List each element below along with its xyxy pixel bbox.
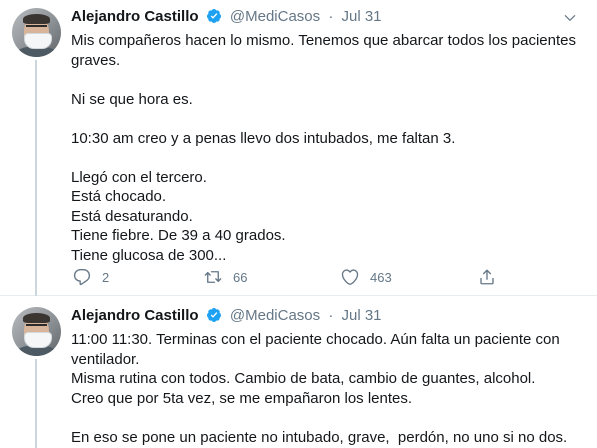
author-handle[interactable]: @MediCasos: [230, 307, 320, 324]
tweet-paragraph: En eso se pone un paciente no intubado, …: [71, 428, 568, 446]
author-handle[interactable]: @MediCasos: [230, 8, 320, 25]
verified-badge-icon: [206, 308, 221, 322]
tweet[interactable]: Alejandro Castillo @MediCasos · Jul 31 1…: [0, 297, 597, 448]
tweet-actions: 2 66 463: [71, 266, 501, 288]
author-name[interactable]: Alejandro Castillo: [71, 307, 199, 324]
retweet-button[interactable]: 66: [204, 266, 247, 288]
reply-icon: [73, 268, 91, 286]
tweet-date[interactable]: Jul 31: [341, 307, 381, 324]
thread-connector-line: [35, 60, 37, 296]
retweet-count: 66: [233, 269, 248, 285]
reply-button[interactable]: 2: [73, 266, 109, 288]
tweet-paragraph: Llegó con el tercero. Está chocado. Está…: [71, 168, 286, 264]
tweet-text: Mis compañeros hacen lo mismo. Tenemos q…: [71, 31, 586, 265]
tweet-paragraph: 10:30 am creo y a penas llevo dos intuba…: [71, 129, 456, 147]
separator-dot: ·: [328, 8, 334, 25]
tweet[interactable]: Alejandro Castillo @MediCasos · Jul 31 M…: [0, 0, 597, 296]
tweet-paragraph: Mis compañeros hacen lo mismo. Tenemos q…: [71, 32, 576, 69]
chevron-down-icon[interactable]: [563, 11, 577, 25]
avatar[interactable]: [12, 8, 61, 57]
share-button[interactable]: [478, 266, 507, 288]
tweet-paragraph: Ni se que hora es.: [71, 90, 193, 108]
retweet-icon: [204, 271, 222, 283]
verified-badge-icon: [206, 9, 221, 23]
heart-icon: [341, 269, 359, 285]
separator-dot: ·: [328, 307, 334, 324]
thread-connector-line: [35, 359, 37, 448]
author-name[interactable]: Alejandro Castillo: [71, 8, 199, 25]
like-count: 463: [370, 269, 392, 285]
tweet-thread: Alejandro Castillo @MediCasos · Jul 31 M…: [0, 0, 597, 448]
avatar[interactable]: [12, 307, 61, 356]
reply-count: 2: [102, 269, 110, 285]
tweet-text: 11:00 11:30. Terminas con el paciente ch…: [71, 330, 586, 447]
like-button[interactable]: 463: [341, 266, 392, 288]
tweet-header: Alejandro Castillo @MediCasos · Jul 31: [71, 7, 382, 27]
share-icon: [480, 269, 494, 285]
tweet-paragraph: 11:00 11:30. Terminas con el paciente ch…: [71, 331, 560, 407]
tweet-header: Alejandro Castillo @MediCasos · Jul 31: [71, 306, 382, 326]
tweet-date[interactable]: Jul 31: [341, 8, 381, 25]
